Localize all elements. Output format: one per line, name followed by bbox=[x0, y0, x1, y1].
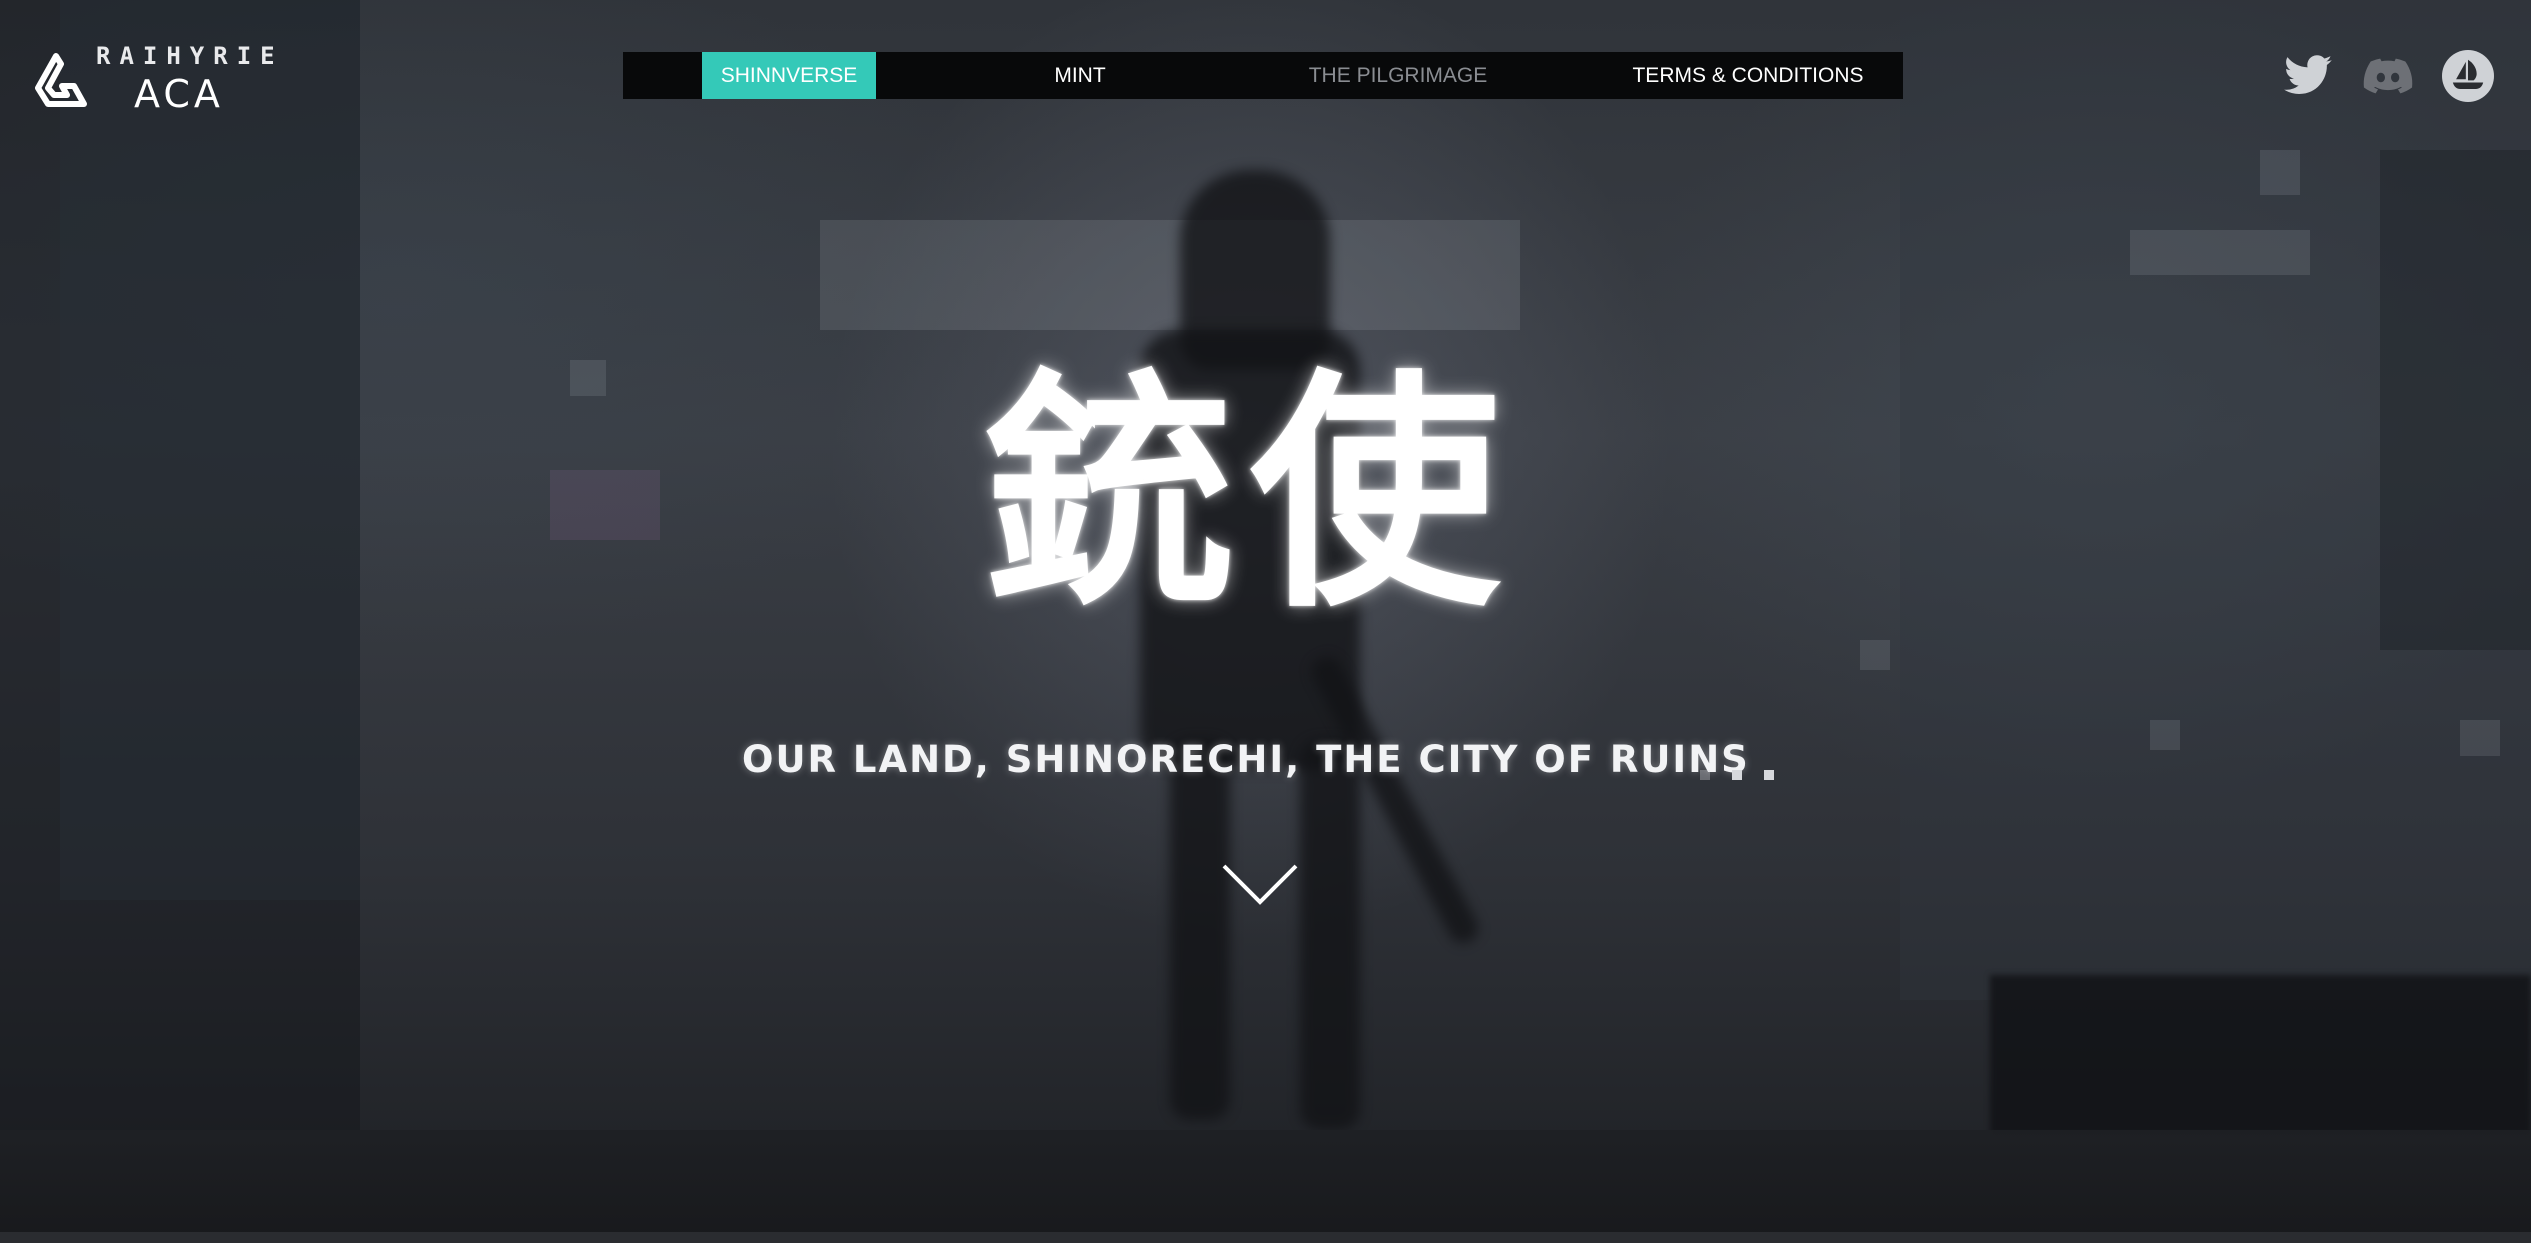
nav-item-mint[interactable]: MINT bbox=[1025, 52, 1135, 99]
background-window bbox=[1860, 640, 1890, 670]
nav-item-the-pilgrimage[interactable]: THE PILGRIMAGE bbox=[1283, 52, 1513, 99]
discord-icon[interactable] bbox=[2362, 50, 2414, 102]
brand-name-bottom: ACA bbox=[134, 72, 224, 116]
background-building bbox=[60, 0, 360, 900]
typing-dot bbox=[1764, 770, 1774, 780]
background-window bbox=[2130, 230, 2310, 275]
background-window bbox=[2150, 720, 2180, 750]
brand-name-top: RAIHYRIE bbox=[96, 42, 284, 70]
typing-dots-indicator bbox=[1700, 770, 1780, 784]
nav-item-terms-conditions[interactable]: TERMS & CONDITIONS bbox=[1598, 52, 1898, 99]
twitter-icon[interactable] bbox=[2282, 50, 2334, 102]
typing-dot bbox=[1700, 770, 1710, 780]
background-building bbox=[2380, 150, 2531, 650]
background-sign bbox=[550, 470, 660, 540]
main-nav: SHINNVERSE MINT THE PILGRIMAGE TERMS & C… bbox=[623, 52, 1903, 99]
typing-dot bbox=[1732, 770, 1742, 780]
hero-background: RAIHYRIE ACA SHINNVERSE MINT THE PILGRIM… bbox=[0, 0, 2531, 1243]
background-window bbox=[570, 360, 606, 396]
floor-ledge bbox=[0, 1130, 2531, 1243]
background-panel bbox=[820, 220, 1520, 330]
foreground-crate bbox=[1990, 975, 2531, 1135]
figure-silhouette-leg bbox=[1300, 740, 1360, 1130]
opensea-icon[interactable] bbox=[2442, 50, 2494, 102]
chevron-down-icon[interactable] bbox=[1222, 862, 1298, 906]
figure-silhouette-leg bbox=[1170, 740, 1230, 1120]
hero-tagline: OUR LAND, SHINORECHI, THE CITY OF RUINS bbox=[742, 738, 1750, 781]
brand-logo[interactable]: RAIHYRIE ACA bbox=[34, 42, 284, 118]
background-window bbox=[2260, 150, 2300, 195]
background-window bbox=[2460, 720, 2500, 756]
triangle-loop-logo-icon bbox=[35, 53, 87, 107]
floor-edge bbox=[0, 1232, 2531, 1243]
hero-kanji-title: 銃使 bbox=[984, 349, 1516, 640]
nav-item-shinnverse[interactable]: SHINNVERSE bbox=[702, 52, 876, 99]
